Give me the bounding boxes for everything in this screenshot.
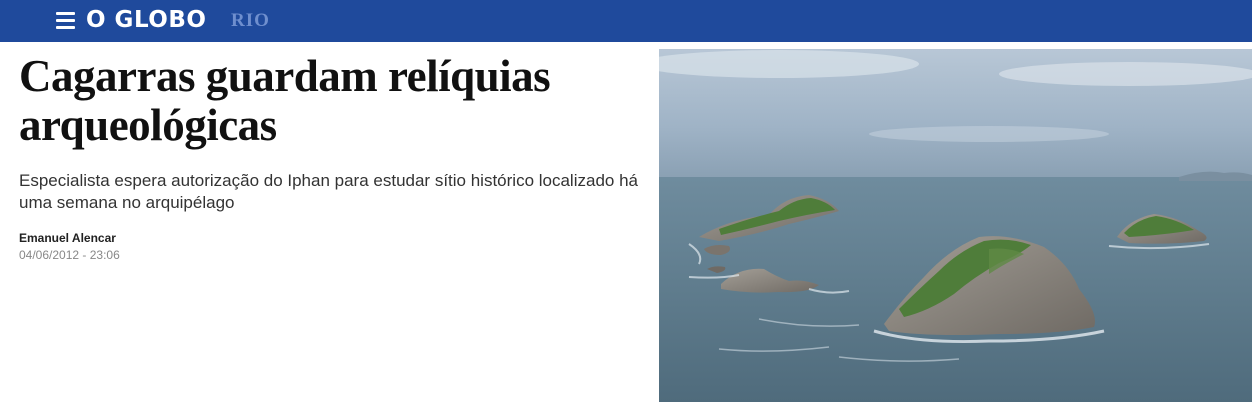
article-headline: Cagarras guardam relíquias arqueológicas [19,51,551,150]
top-navigation-bar: O GLOBO RIO [0,0,1252,42]
section-label[interactable]: RIO [231,10,270,32]
article-photo[interactable] [659,49,1252,402]
author-name[interactable]: Emanuel Alencar [19,231,649,245]
site-logo[interactable]: O GLOBO [86,6,206,34]
islands-photo-illustration [659,49,1252,402]
article-header: Cagarras guardam relíquias arqueológicas… [19,42,649,263]
hamburger-menu-icon[interactable] [56,12,75,29]
article-subtitle: Especialista espera autorização do Iphan… [19,171,638,212]
publish-datetime: 04/06/2012 - 23:06 [19,248,120,262]
